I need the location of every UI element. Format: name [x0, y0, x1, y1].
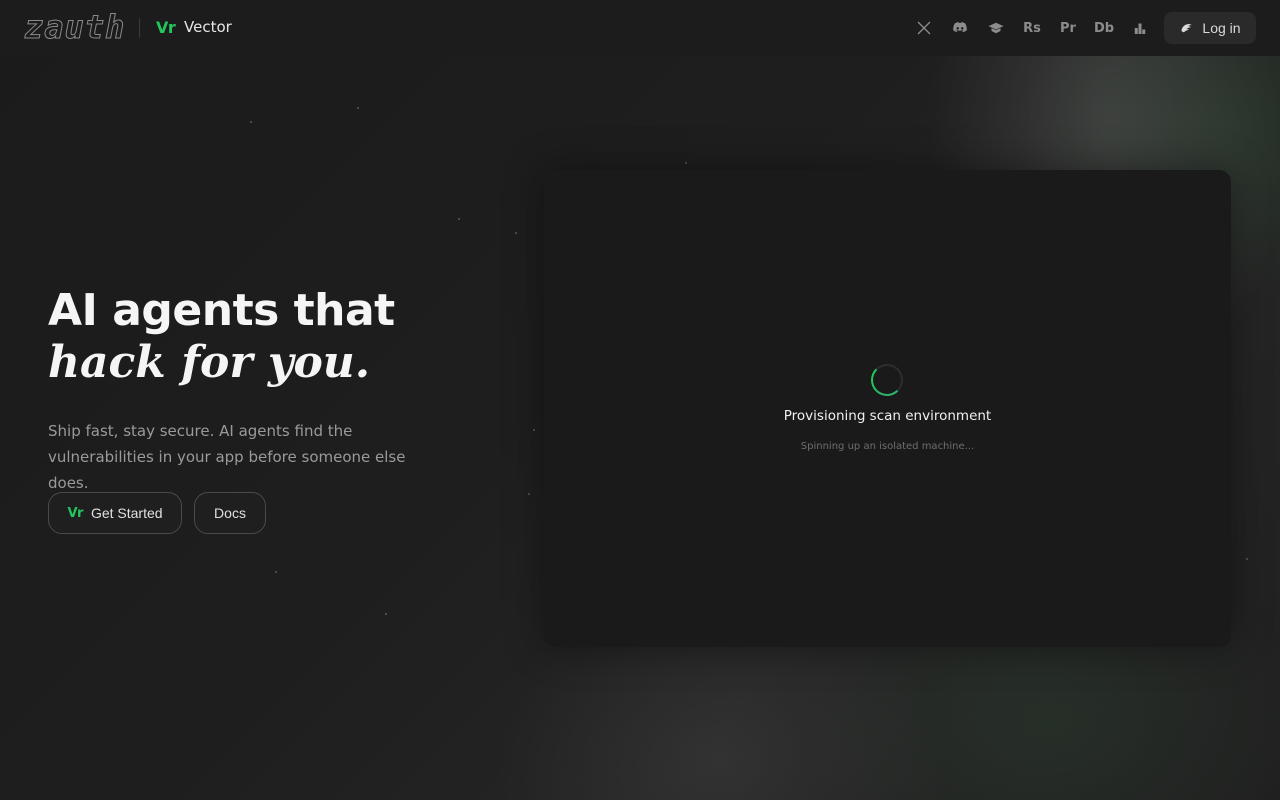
docs-button[interactable]: Docs — [194, 492, 266, 534]
zauth-logo[interactable]: zauth — [23, 8, 125, 47]
background-dot — [515, 232, 517, 234]
panel-subtitle: Spinning up an isolated machine... — [800, 441, 975, 452]
top-navbar: zauth Vr Vector Rs Pr Db Log in — [0, 0, 1280, 56]
vector-brand-icon: Vr — [156, 18, 176, 37]
background-dot — [1246, 558, 1248, 560]
docs-label: Docs — [214, 505, 246, 521]
panel-title: Provisioning scan environment — [783, 408, 992, 424]
pr-icon[interactable]: Pr — [1058, 18, 1078, 38]
db-icon[interactable]: Db — [1094, 18, 1114, 38]
page: zauth Vr Vector Rs Pr Db Log in AI agent… — [0, 0, 1280, 800]
headline-line2: hack for you. — [48, 337, 371, 388]
background-dot — [528, 493, 530, 495]
brand-name[interactable]: Vector — [184, 18, 232, 36]
headline-line1: AI agents that — [48, 285, 395, 336]
background-dot — [275, 571, 277, 573]
background-dot — [685, 162, 687, 164]
x-icon[interactable] — [914, 18, 934, 38]
hero-subtitle: Ship fast, stay secure. AI agents find t… — [48, 422, 406, 492]
background-dot — [385, 613, 387, 615]
login-label: Log in — [1202, 20, 1241, 36]
book-icon[interactable] — [986, 18, 1006, 38]
background-dot — [458, 218, 460, 220]
scan-environment-panel: Provisioning scan environment Spinning u… — [544, 170, 1231, 647]
get-started-button[interactable]: Vr Get Started — [48, 492, 182, 534]
vector-icon: Vr — [67, 505, 83, 521]
social-icons: Rs Pr Db — [914, 18, 1150, 38]
loading-spinner-icon — [871, 364, 903, 396]
rs-icon[interactable]: Rs — [1022, 18, 1042, 38]
leaderboard-icon[interactable] — [1130, 18, 1150, 38]
logo-divider — [139, 18, 140, 38]
discord-icon[interactable] — [950, 18, 970, 38]
login-button[interactable]: Log in — [1164, 12, 1256, 44]
background-dot — [250, 121, 252, 123]
background-dot — [533, 429, 535, 431]
get-started-label: Get Started — [90, 505, 163, 521]
background-dot — [357, 107, 359, 109]
login-icon — [1181, 23, 1192, 32]
